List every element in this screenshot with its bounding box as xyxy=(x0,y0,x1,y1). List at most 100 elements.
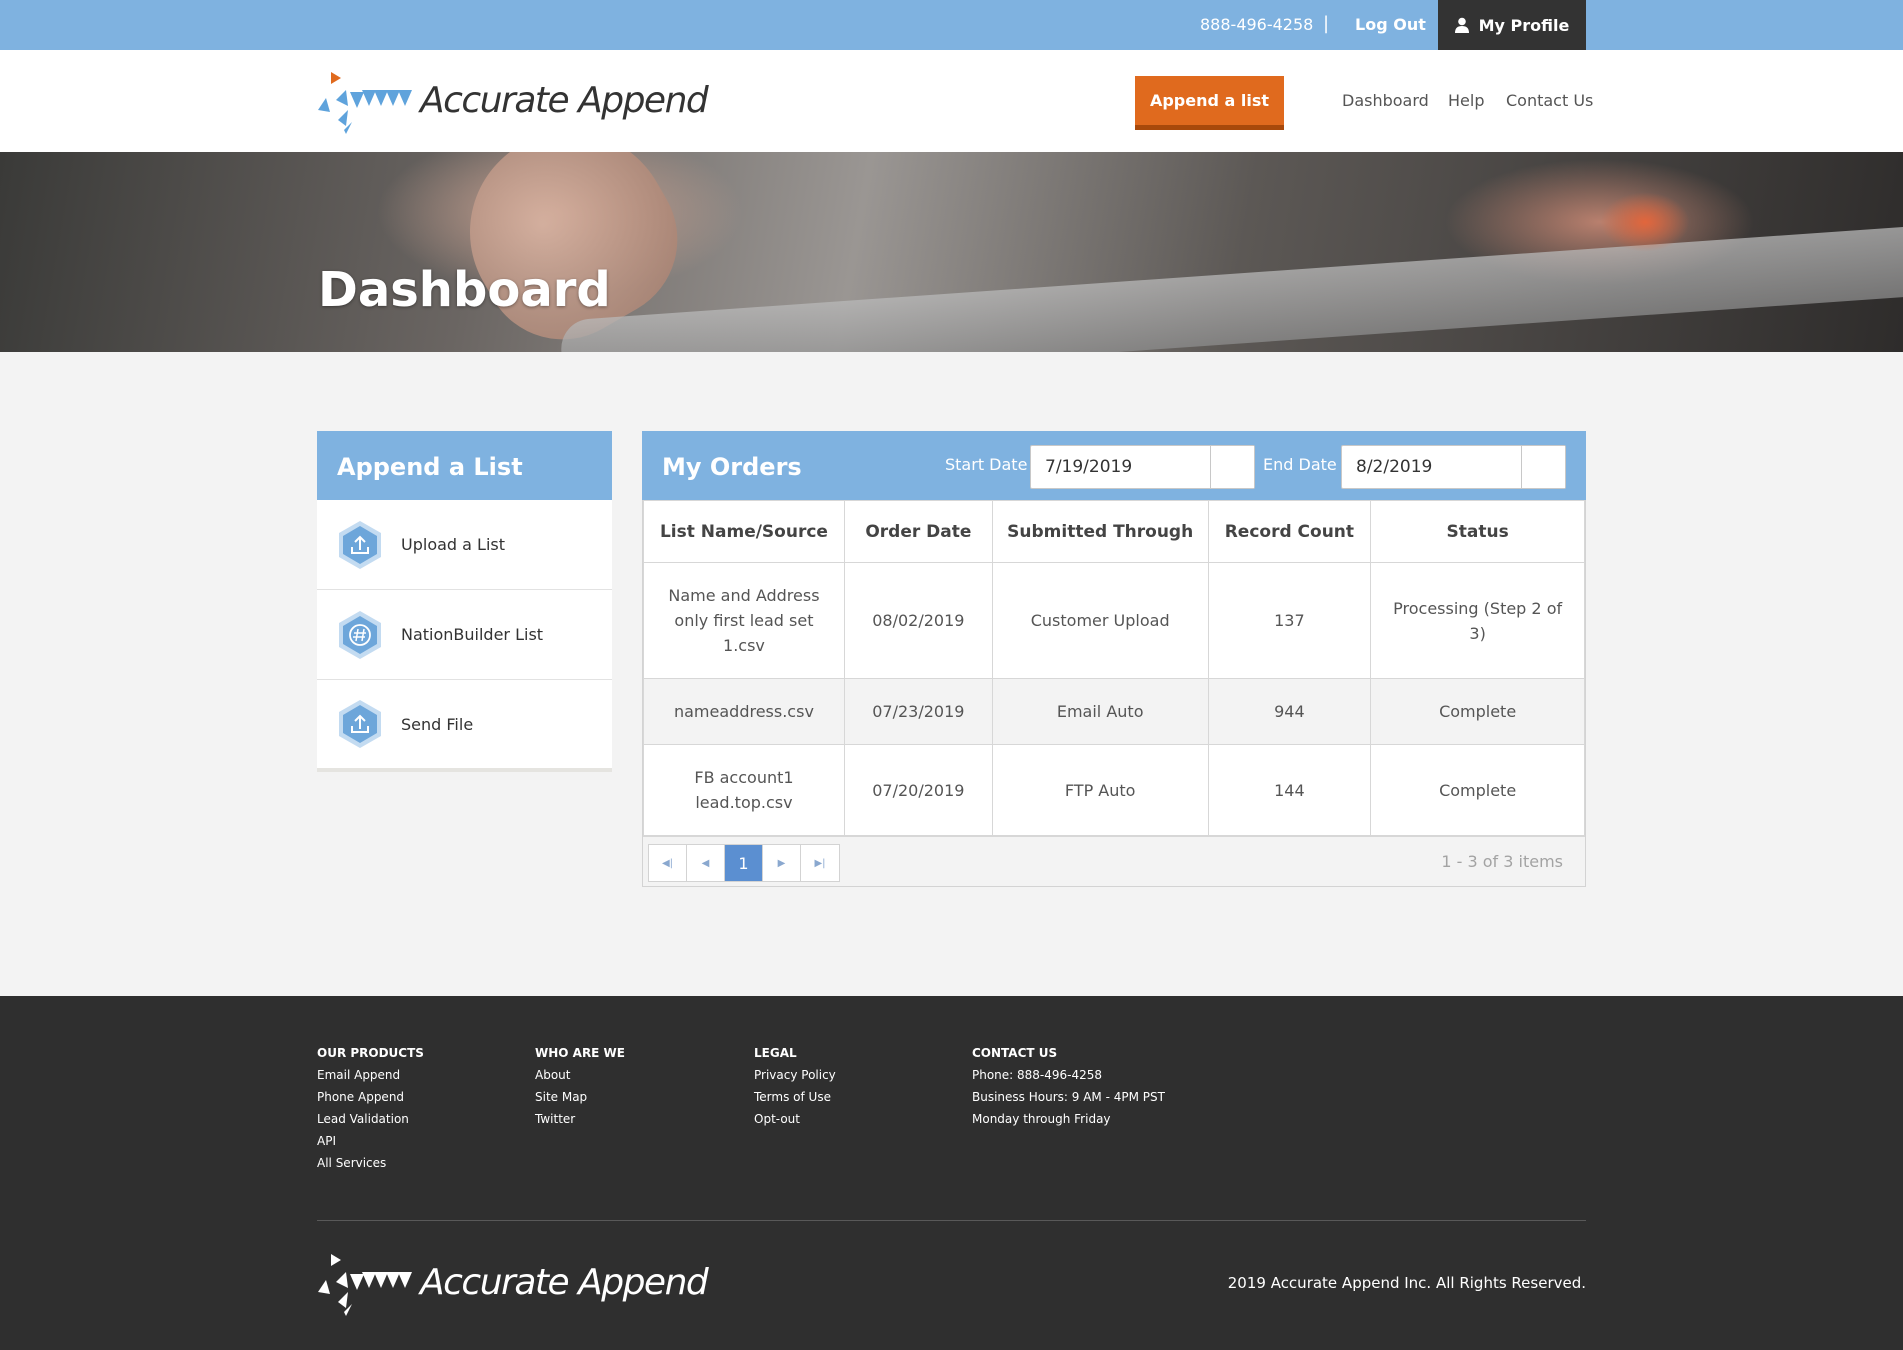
cell-submitted-through: Email Auto xyxy=(991,678,1209,745)
footer-link-phone-append[interactable]: Phone Append xyxy=(317,1086,424,1108)
footer-divider xyxy=(317,1220,1586,1221)
logout-link[interactable]: Log Out xyxy=(1355,0,1426,50)
cell-list-name: FB account1 lead.top.csv xyxy=(643,744,845,836)
footer-heading: WHO ARE WE xyxy=(535,1046,625,1060)
footer-link-lead-validation[interactable]: Lead Validation xyxy=(317,1108,424,1130)
nav-contact-us[interactable]: Contact Us xyxy=(1506,50,1593,152)
cell-status: Complete xyxy=(1370,744,1585,836)
table-row[interactable]: Name and Address only first lead set 1.c… xyxy=(643,562,1585,679)
footer-contact: CONTACT US Phone: 888-496-4258 Business … xyxy=(972,1042,1165,1130)
hero-keyboard-image xyxy=(559,223,1903,352)
cell-list-name: Name and Address only first lead set 1.c… xyxy=(643,562,845,679)
nav-dashboard[interactable]: Dashboard xyxy=(1342,50,1429,152)
logo-mark-icon xyxy=(318,1254,412,1316)
footer-brand-name: Accurate Append xyxy=(420,1262,709,1303)
cell-record-count: 137 xyxy=(1207,562,1372,679)
pagination-controls: ◀​| ◀ 1 ▶ ▶| xyxy=(648,844,840,882)
footer-contact-days: Monday through Friday xyxy=(972,1112,1111,1126)
append-list-panel: Append a List Upload a List NationBuilde… xyxy=(317,431,612,772)
start-date-label: Start Date xyxy=(945,455,1028,474)
column-header-order-date[interactable]: Order Date xyxy=(843,500,993,563)
sidebar-item-label: NationBuilder List xyxy=(401,625,544,644)
footer-link-privacy-policy[interactable]: Privacy Policy xyxy=(754,1064,836,1086)
prev-page-button[interactable]: ◀ xyxy=(687,845,725,881)
hash-icon xyxy=(339,610,381,659)
copyright-text: 2019 Accurate Append Inc. All Rights Res… xyxy=(1227,1274,1586,1292)
cell-status: Complete xyxy=(1370,678,1585,745)
my-orders-panel: My Orders Start Date 7/19/2019 End Date … xyxy=(642,431,1586,887)
hero-banner: Dashboard xyxy=(0,152,1903,352)
footer-legal: LEGAL Privacy Policy Terms of Use Opt-ou… xyxy=(754,1042,836,1130)
orders-table: List Name/Source Order Date Submitted Th… xyxy=(643,500,1585,836)
footer-contact-phone: Phone: 888-496-4258 xyxy=(972,1068,1103,1082)
table-row[interactable]: FB account1 lead.top.csv 07/20/2019 FTP … xyxy=(643,744,1585,836)
cell-order-date: 08/02/2019 xyxy=(843,562,993,679)
my-profile-label: My Profile xyxy=(1478,15,1570,35)
cell-record-count: 944 xyxy=(1207,678,1372,745)
footer-link-opt-out[interactable]: Opt-out xyxy=(754,1108,836,1130)
first-page-button[interactable]: ◀​| xyxy=(649,845,687,881)
cell-submitted-through: FTP Auto xyxy=(991,744,1209,836)
cell-submitted-through: Customer Upload xyxy=(991,562,1209,679)
footer-heading: LEGAL xyxy=(754,1046,797,1060)
upload-icon xyxy=(339,700,381,748)
footer-link-site-map[interactable]: Site Map xyxy=(535,1086,625,1108)
brand-logo[interactable]: Accurate Append xyxy=(316,70,709,134)
nav-help[interactable]: Help xyxy=(1448,50,1484,152)
footer-link-email-append[interactable]: Email Append xyxy=(317,1064,424,1086)
last-page-button[interactable]: ▶| xyxy=(801,845,839,881)
my-profile-button[interactable]: My Profile xyxy=(1438,0,1586,50)
append-list-heading: Append a List xyxy=(317,431,612,500)
start-date-field[interactable]: 7/19/2019 xyxy=(1030,445,1255,489)
sidebar-item-label: Upload a List xyxy=(401,535,506,554)
footer-link-api[interactable]: API xyxy=(317,1130,424,1152)
start-date-value[interactable]: 7/19/2019 xyxy=(1045,446,1132,488)
table-header-row: List Name/Source Order Date Submitted Th… xyxy=(643,500,1585,563)
sidebar-item-label: Send File xyxy=(401,714,474,734)
footer-heading: CONTACT US xyxy=(972,1046,1058,1060)
pagination-info: 1 - 3 of 3 items xyxy=(1441,852,1563,871)
my-orders-title: My Orders xyxy=(662,453,802,481)
end-date-label: End Date xyxy=(1263,455,1337,474)
user-icon xyxy=(1454,17,1469,33)
cell-status: Processing (Step 2 of 3) xyxy=(1370,562,1585,679)
top-separator: | xyxy=(1323,13,1330,34)
next-page-button[interactable]: ▶ xyxy=(763,845,801,881)
sidebar-item-upload-a-list[interactable]: Upload a List xyxy=(317,500,612,590)
hero-accent xyxy=(1600,192,1690,252)
sidebar-item-send-file[interactable]: Send File xyxy=(317,680,612,772)
my-orders-header: My Orders Start Date 7/19/2019 End Date … xyxy=(642,431,1586,500)
column-header-list-name[interactable]: List Name/Source xyxy=(643,500,845,563)
page-title: Dashboard xyxy=(318,262,611,318)
cell-list-name: nameaddress.csv xyxy=(643,678,845,745)
brand-name: Accurate Append xyxy=(420,80,709,121)
cell-order-date: 07/20/2019 xyxy=(843,744,993,836)
table-row[interactable]: nameaddress.csv 07/23/2019 Email Auto 94… xyxy=(643,678,1585,745)
end-date-value[interactable]: 8/2/2019 xyxy=(1356,446,1432,488)
footer-link-about[interactable]: About xyxy=(535,1064,625,1086)
footer-link-twitter[interactable]: Twitter xyxy=(535,1108,625,1130)
footer-contact-hours: Business Hours: 9 AM - 4PM PST xyxy=(972,1090,1165,1104)
footer-link-all-services[interactable]: All Services xyxy=(317,1152,424,1174)
column-header-submitted-through[interactable]: Submitted Through xyxy=(991,500,1209,563)
cell-order-date: 07/23/2019 xyxy=(843,678,993,745)
logo-mark-icon xyxy=(318,72,412,134)
cell-record-count: 144 xyxy=(1207,744,1372,836)
append-a-list-button[interactable]: Append a list xyxy=(1135,76,1284,130)
site-footer: OUR PRODUCTS Email Append Phone Append L… xyxy=(0,996,1903,1350)
top-phone: 888-496-4258 xyxy=(1200,15,1314,34)
page-number-button[interactable]: 1 xyxy=(725,845,763,881)
footer-logo[interactable]: Accurate Append xyxy=(316,1252,709,1316)
footer-heading: OUR PRODUCTS xyxy=(317,1046,424,1060)
end-date-field[interactable]: 8/2/2019 xyxy=(1341,445,1566,489)
end-date-calendar-button[interactable] xyxy=(1521,446,1565,488)
footer-link-terms-of-use[interactable]: Terms of Use xyxy=(754,1086,836,1108)
column-header-record-count[interactable]: Record Count xyxy=(1207,500,1372,563)
start-date-calendar-button[interactable] xyxy=(1210,446,1254,488)
footer-products: OUR PRODUCTS Email Append Phone Append L… xyxy=(317,1042,424,1174)
footer-who-are-we: WHO ARE WE About Site Map Twitter xyxy=(535,1042,625,1130)
sidebar-item-nationbuilder-list[interactable]: NationBuilder List xyxy=(317,590,612,680)
site-header: Accurate Append Append a list Dashboard … xyxy=(0,50,1903,152)
column-header-status[interactable]: Status xyxy=(1370,500,1585,563)
upload-icon xyxy=(339,520,381,569)
